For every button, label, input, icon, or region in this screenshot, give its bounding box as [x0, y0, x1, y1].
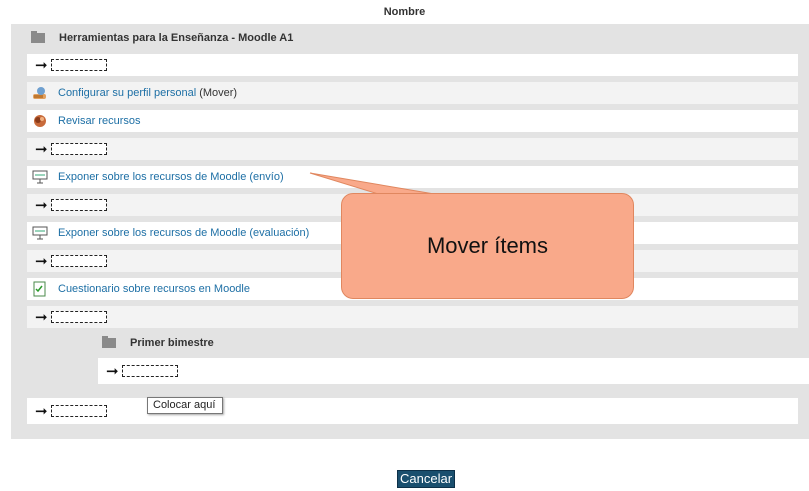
- drop-target[interactable]: [50, 255, 107, 267]
- drop-target[interactable]: [50, 59, 107, 71]
- drop-target-row: ➞: [98, 358, 809, 384]
- drop-target[interactable]: [121, 365, 178, 377]
- move-label[interactable]: (Mover): [199, 87, 237, 99]
- cancel-button[interactable]: Cancelar: [397, 470, 456, 488]
- drop-target-row: ➞: [27, 306, 798, 328]
- folder-icon: [31, 31, 45, 43]
- drop-target[interactable]: [50, 143, 107, 155]
- drop-target[interactable]: [50, 311, 107, 323]
- arrow-right-icon: ➞: [35, 55, 48, 74]
- column-header-name: Nombre: [383, 6, 426, 18]
- folder-icon: [102, 336, 116, 348]
- quiz-icon: [32, 281, 48, 297]
- list-item: Exponer sobre los recursos de Moodle (en…: [27, 166, 798, 188]
- callout-annotation: Mover ítems: [341, 193, 634, 299]
- drop-target[interactable]: [50, 199, 107, 211]
- drop-target-row: ➞: [27, 54, 798, 76]
- arrow-right-icon: ➞: [35, 401, 48, 420]
- assignment-icon: [32, 169, 48, 185]
- list-item: Revisar recursos: [27, 110, 798, 132]
- arrow-right-icon: ➞: [35, 307, 48, 326]
- profile-icon: [32, 85, 48, 101]
- item-link-exponer-envio[interactable]: Exponer sobre los recursos de Moodle (en…: [58, 171, 284, 183]
- resource-icon: [32, 113, 48, 129]
- subsection-header: Primer bimestre: [88, 333, 809, 353]
- item-link-configurar-perfil[interactable]: Configurar su perfil personal: [58, 87, 196, 99]
- arrow-right-icon: ➞: [35, 195, 48, 214]
- assignment-icon: [32, 225, 48, 241]
- item-link-revisar-recursos[interactable]: Revisar recursos: [58, 115, 141, 127]
- list-item: Configurar su perfil personal (Mover): [27, 82, 798, 104]
- arrow-right-icon: ➞: [35, 139, 48, 158]
- section-title: Herramientas para la Enseñanza - Moodle …: [59, 32, 294, 44]
- arrow-right-icon: ➞: [35, 251, 48, 270]
- item-link-exponer-evaluacion[interactable]: Exponer sobre los recursos de Moodle (ev…: [58, 227, 309, 239]
- drop-target-row: ➞: [27, 138, 798, 160]
- tooltip: Colocar aquí: [147, 397, 223, 414]
- drop-target-row: ➞: [27, 398, 798, 424]
- arrow-right-icon: ➞: [106, 361, 119, 380]
- drop-target[interactable]: [50, 405, 107, 417]
- item-link-cuestionario[interactable]: Cuestionario sobre recursos en Moodle: [58, 283, 250, 295]
- section-header: Herramientas para la Enseñanza - Moodle …: [27, 28, 798, 48]
- subsection-title: Primer bimestre: [130, 337, 214, 349]
